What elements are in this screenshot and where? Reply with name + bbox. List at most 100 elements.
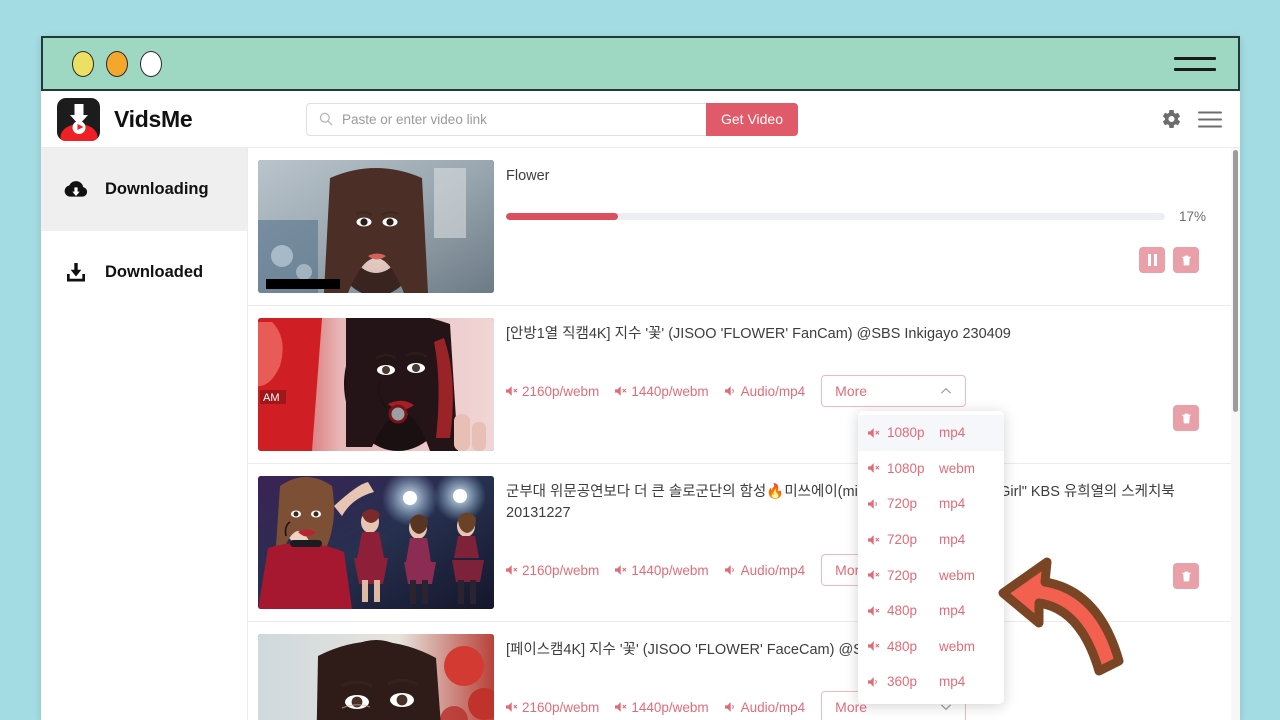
- format-label: 2160p/webm: [522, 383, 600, 399]
- quality-label: 720p: [887, 567, 918, 583]
- app-window: VidsMe Get Video: [41, 36, 1240, 720]
- quality-label: 1080p: [887, 425, 925, 441]
- close-button[interactable]: [140, 50, 162, 77]
- get-video-button[interactable]: Get Video: [706, 102, 799, 136]
- download-item: Flower 17%: [248, 148, 1231, 306]
- format-label: 2160p/webm: [522, 699, 600, 715]
- brand-name: VidsMe: [114, 105, 193, 132]
- sidebar-item-downloaded[interactable]: Downloaded: [41, 231, 247, 314]
- quality-label: 480p: [887, 603, 918, 619]
- quality-option[interactable]: 720p mp4: [858, 522, 1004, 558]
- trash-icon: [1181, 571, 1191, 581]
- pause-icon: [1147, 254, 1157, 266]
- format-label: webm: [939, 567, 976, 583]
- quality-option[interactable]: 720p mp4: [858, 486, 1004, 522]
- item-actions: [1173, 563, 1199, 589]
- format-label: mp4: [939, 603, 966, 619]
- window-titlebar: [41, 36, 1240, 91]
- header-hamburger-icon[interactable]: [1198, 111, 1222, 127]
- download-list-panel: Flower 17% AM [안방1열 직캠4K] 지수 '꽃' (JISOO …: [248, 148, 1240, 720]
- quality-option[interactable]: 720p webm: [858, 557, 1004, 593]
- format-option[interactable]: Audio/mp4: [724, 563, 805, 578]
- format-option[interactable]: Audio/mp4: [724, 699, 806, 715]
- titlebar-hamburger-icon[interactable]: [1174, 56, 1216, 71]
- speaker-muted-icon: [868, 427, 880, 438]
- quality-option[interactable]: 360p mp4: [858, 664, 1004, 700]
- delete-button[interactable]: [1173, 563, 1199, 589]
- item-details: 군부대 위문공연보다 더 큰 솔로군단의 함성🔥미쓰에이(miss A) "Ba…: [494, 476, 1215, 609]
- quality-option[interactable]: 480p mp4: [858, 593, 1004, 629]
- item-actions: [1173, 405, 1199, 431]
- speaker-muted-icon: [868, 605, 880, 616]
- download-item: CAM [페이스캠4K] 지수 '꽃' (JISOO 'FLOWER' Face…: [248, 622, 1231, 720]
- maximize-button[interactable]: [106, 50, 128, 77]
- format-option[interactable]: 2160p/webm: [506, 563, 599, 578]
- thumbnail[interactable]: [258, 160, 494, 293]
- minimize-button[interactable]: [72, 50, 94, 77]
- quality-label: 1080p: [887, 460, 925, 476]
- brand: VidsMe: [41, 97, 248, 141]
- search-input[interactable]: [342, 111, 706, 127]
- delete-button[interactable]: [1173, 405, 1199, 431]
- format-option[interactable]: 2160p/webm: [506, 700, 599, 715]
- more-button[interactable]: More: [821, 375, 967, 408]
- format-option[interactable]: 2160p/webm: [506, 384, 599, 399]
- download-item: AM [안방1열 직캠4K] 지수 '꽃' (JISOO 'FLOWER' Fa…: [248, 306, 1231, 464]
- vidsme-logo-icon: [57, 97, 100, 141]
- speaker-muted-icon: [615, 386, 627, 396]
- speaker-sound-icon: [724, 702, 734, 712]
- trash-icon: [1181, 413, 1191, 423]
- format-option[interactable]: 1440p/webm: [615, 700, 709, 715]
- thumbnail[interactable]: [258, 476, 494, 609]
- sidebar-item-downloading[interactable]: Downloading: [41, 148, 247, 231]
- download-list: Flower 17% AM [안방1열 직캠4K] 지수 '꽃' (JISOO …: [248, 148, 1231, 720]
- search-box[interactable]: [306, 102, 706, 136]
- more-button-label: More: [835, 383, 868, 400]
- progress-bar: [506, 213, 1165, 221]
- quality-label: 480p: [887, 638, 918, 654]
- speaker-muted-icon: [868, 534, 880, 545]
- format-label: mp4: [939, 425, 966, 441]
- format-option[interactable]: Audio/mp4: [724, 383, 806, 399]
- item-details: [안방1열 직캠4K] 지수 '꽃' (JISOO 'FLOWER' FanCa…: [494, 318, 1215, 451]
- format-label: mp4: [939, 532, 966, 548]
- svg-text:AM: AM: [263, 392, 280, 404]
- chevron-down-icon: [941, 704, 952, 711]
- delete-button[interactable]: [1173, 247, 1199, 273]
- format-label: mp4: [939, 496, 966, 512]
- speaker-sound-icon: [724, 565, 734, 575]
- scrollbar-thumb[interactable]: [1233, 150, 1238, 412]
- trash-icon: [1181, 255, 1191, 265]
- item-title: Flower: [506, 168, 550, 184]
- header-actions: [1161, 109, 1222, 130]
- quality-option[interactable]: 1080p webm: [858, 451, 1004, 487]
- item-details: [페이스캠4K] 지수 '꽃' (JISOO 'FLOWER' FaceCam)…: [494, 634, 1215, 720]
- format-list: 2160p/webm 1440p/webm Audio/mp4 More: [506, 375, 1215, 408]
- pause-button[interactable]: [1139, 247, 1165, 273]
- quality-option[interactable]: 1080p mp4: [858, 415, 1004, 451]
- quality-dropdown-menu[interactable]: 1080p mp4 1080p webm 720p mp4 720p mp4 720p webm 4…: [858, 411, 1004, 704]
- format-label: 1440p/webm: [631, 562, 709, 578]
- format-label: webm: [939, 638, 976, 654]
- page-root: VidsMe Get Video: [0, 0, 1280, 720]
- thumbnail[interactable]: AM: [258, 318, 494, 451]
- cloud-download-icon: [61, 179, 91, 201]
- format-option[interactable]: 1440p/webm: [615, 562, 709, 578]
- progress-fill: [506, 213, 619, 221]
- gear-icon[interactable]: [1161, 109, 1182, 130]
- download-tray-icon: [61, 261, 91, 284]
- format-label: Audio/mp4: [740, 383, 806, 399]
- speaker-sound-icon: [868, 677, 877, 687]
- search-icon: [319, 112, 333, 126]
- speaker-muted-icon: [868, 641, 880, 652]
- format-label: Audio/mp4: [740, 699, 806, 715]
- scrollbar[interactable]: [1231, 148, 1240, 720]
- format-option[interactable]: 1440p/webm: [615, 384, 709, 399]
- quality-option[interactable]: 480p webm: [858, 629, 1004, 665]
- chevron-up-icon: [941, 387, 952, 394]
- speaker-sound-icon: [868, 499, 877, 509]
- search-bar: Get Video: [306, 102, 799, 136]
- thumbnail[interactable]: CAM: [258, 634, 494, 720]
- format-label: mp4: [939, 674, 966, 690]
- format-label: webm: [939, 460, 976, 476]
